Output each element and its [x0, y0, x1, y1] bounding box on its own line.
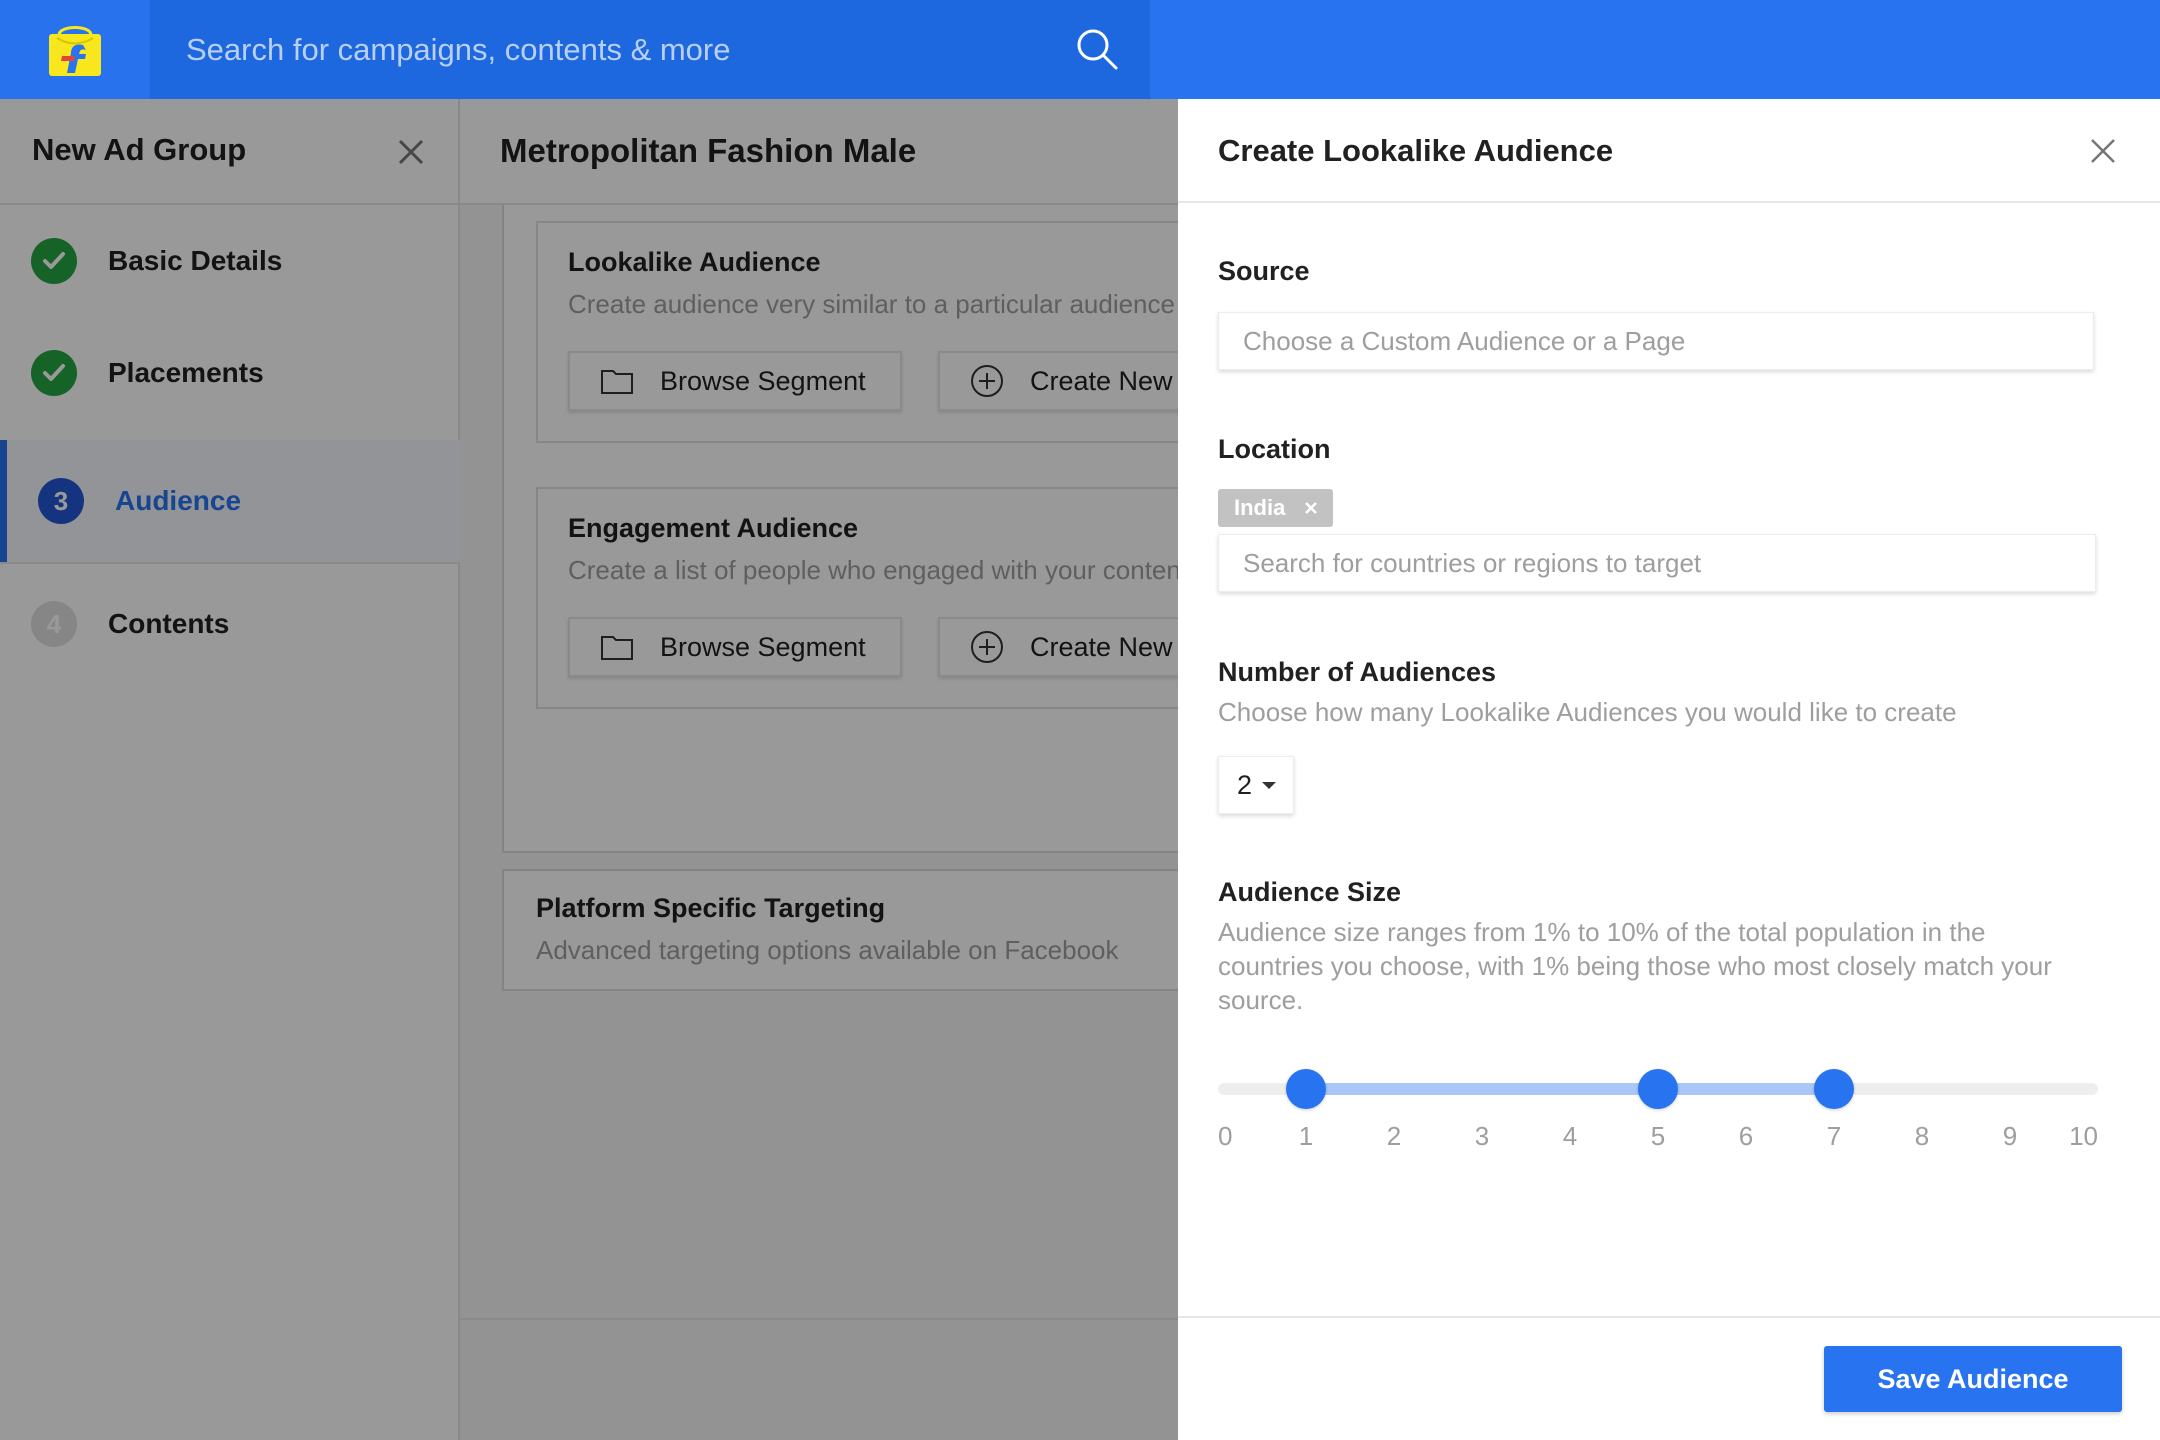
slider-tick-label: 1 [1298, 1121, 1314, 1151]
lookalike-audience-card: Lookalike Audience Create audience very … [536, 221, 1180, 443]
step-label: Basic Details [108, 245, 283, 276]
slider-tick-label: 7 [1826, 1121, 1842, 1151]
step-basic-details[interactable]: Basic Details [0, 205, 460, 317]
button-label: Create New [1030, 365, 1173, 396]
card-subtitle: Create audience very similar to a partic… [568, 289, 1175, 319]
search-bar [150, 0, 1150, 99]
slider-handle[interactable] [1638, 1069, 1678, 1109]
close-icon[interactable] [1303, 500, 1319, 516]
flipkart-logo-icon [49, 25, 101, 76]
step-label: Audience [115, 485, 242, 516]
plus-circle-icon [971, 631, 1003, 663]
step-placements[interactable]: Placements [0, 317, 460, 429]
caret-down-icon [1262, 781, 1277, 789]
step-contents[interactable]: 4 Contents [0, 564, 460, 684]
search-input[interactable] [186, 0, 1046, 99]
card-title: Engagement Audience [568, 513, 859, 543]
browse-segment-button[interactable]: Browse Segment [568, 351, 902, 411]
step-number-badge: 3 [38, 478, 84, 524]
source-label: Source [1218, 256, 1310, 286]
top-bar [0, 0, 2160, 99]
platform-targeting-card[interactable]: Platform Specific Targeting Advanced tar… [502, 869, 1180, 991]
step-label: Placements [108, 357, 264, 388]
divider [1178, 1316, 2160, 1318]
page-title: Metropolitan Fashion Male [500, 132, 917, 169]
audience-size-slider[interactable] [1218, 1065, 2098, 1113]
close-icon[interactable] [393, 134, 429, 170]
close-icon[interactable] [2088, 136, 2118, 166]
location-search-input[interactable] [1218, 534, 2096, 592]
card-title: Lookalike Audience [568, 247, 821, 277]
card-title: Platform Specific Targeting [536, 893, 886, 923]
slider-tick-label: 6 [1738, 1121, 1754, 1151]
button-label: Browse Segment [660, 365, 866, 396]
create-new-button[interactable]: Create New [938, 617, 1180, 677]
number-of-audiences-label: Number of Audiences [1218, 657, 1497, 687]
sidebar-title: New Ad Group [32, 132, 247, 167]
chip-label: India [1234, 495, 1286, 520]
step-number-badge: 4 [31, 601, 77, 647]
select-value: 2 [1237, 769, 1253, 800]
create-new-button[interactable]: Create New [938, 351, 1180, 411]
slider-scale: 0 1 2 3 4 5 6 7 8 9 10 [1218, 1121, 2098, 1161]
location-chip[interactable]: India [1218, 489, 1334, 527]
main-header: Metropolitan Fashion Male [460, 99, 1180, 205]
plus-circle-icon [971, 365, 1003, 397]
number-of-audiences-select[interactable]: 2 [1218, 756, 1294, 814]
button-label: Create New [1030, 631, 1173, 662]
slider-tick-label: 4 [1562, 1121, 1578, 1151]
slider-tick-label: 8 [1914, 1121, 1930, 1151]
folder-icon [601, 370, 633, 394]
slider-tick-label: 10 [2069, 1121, 2098, 1151]
button-label: Browse Segment [660, 631, 866, 662]
sidebar-header: New Ad Group [0, 99, 460, 205]
steps-sidebar: New Ad Group Basic Details Placements 3 … [0, 99, 460, 1440]
slider-handle[interactable] [1814, 1069, 1854, 1109]
save-audience-button[interactable]: Save Audience [1824, 1346, 2122, 1412]
location-label: Location [1218, 434, 1331, 464]
logo[interactable] [0, 0, 150, 99]
search-icon[interactable] [1074, 26, 1120, 72]
slider-tick-label: 5 [1650, 1121, 1666, 1151]
step-label: Contents [108, 608, 230, 639]
slider-selected-range [1306, 1083, 1834, 1095]
engagement-audience-card: Engagement Audience Create a list of peo… [536, 487, 1180, 709]
number-of-audiences-help: Choose how many Lookalike Audiences you … [1218, 697, 1957, 727]
audience-size-label: Audience Size [1218, 877, 1402, 907]
main-content: Metropolitan Fashion Male Lookalike Audi… [460, 99, 1180, 1440]
card-subtitle: Create a list of people who engaged with… [568, 555, 1180, 585]
lookalike-audience-panel: Create Lookalike Audience Source Locatio… [1178, 99, 2160, 1440]
step-audience[interactable]: 3 Audience [0, 440, 460, 562]
slider-tick-label: 3 [1474, 1121, 1490, 1151]
slider-tick-label: 2 [1386, 1121, 1402, 1151]
source-input[interactable] [1218, 312, 2094, 370]
slider-handle[interactable] [1286, 1069, 1326, 1109]
panel-title: Create Lookalike Audience [1218, 133, 1614, 168]
slider-tick-label: 0 [1218, 1121, 1233, 1151]
slider-tick-label: 9 [2002, 1121, 2018, 1151]
panel-header: Create Lookalike Audience [1178, 99, 2160, 203]
check-icon [31, 350, 77, 396]
check-icon [31, 238, 77, 284]
folder-icon [601, 636, 633, 660]
audience-size-help: Audience size ranges from 1% to 10% of t… [1218, 917, 2052, 1015]
browse-segment-button[interactable]: Browse Segment [568, 617, 902, 677]
card-subtitle: Advanced targeting options available on … [536, 935, 1119, 965]
divider [460, 1318, 1180, 1320]
